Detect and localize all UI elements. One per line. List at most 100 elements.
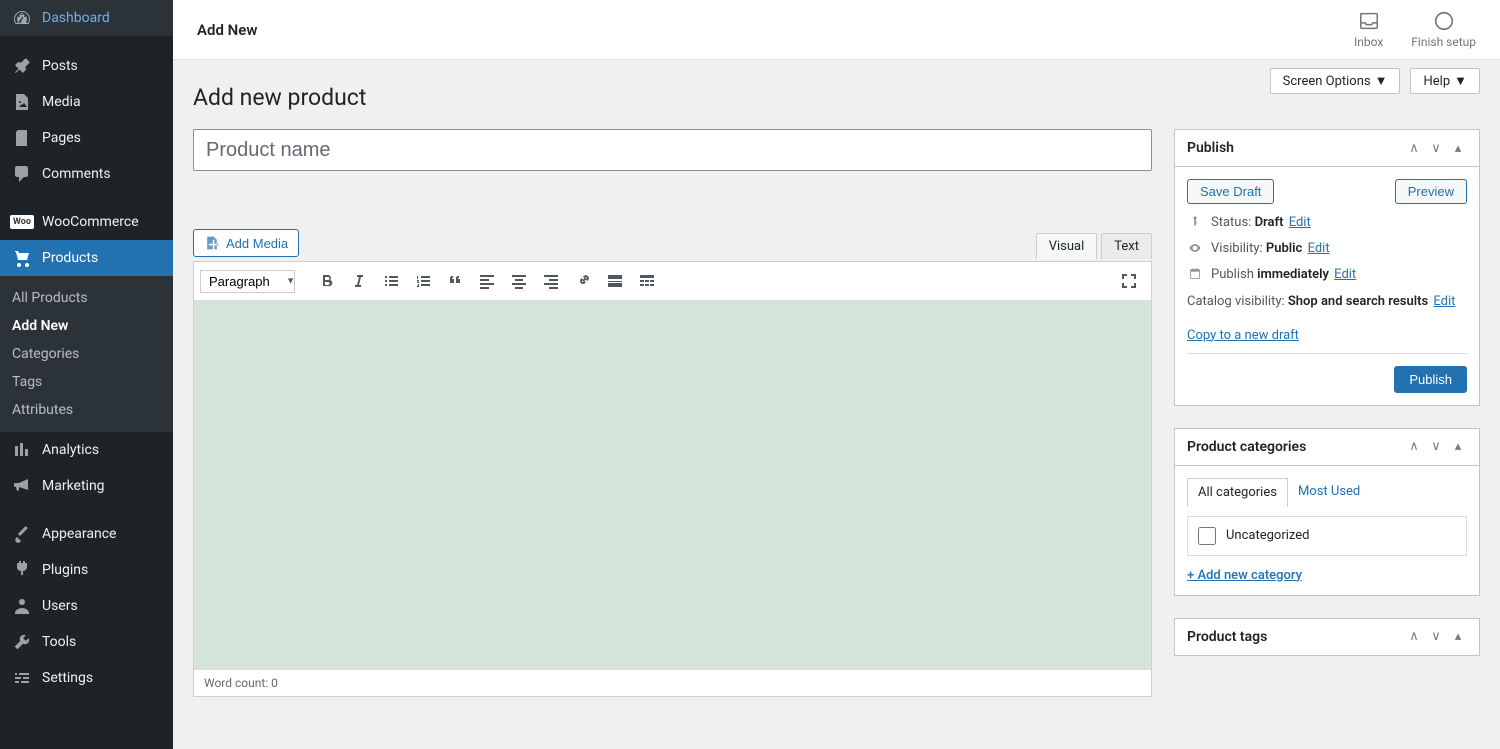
edit-catalog-link[interactable]: Edit <box>1433 294 1455 309</box>
sliders-icon <box>12 668 32 688</box>
move-up-icon[interactable]: ∧ <box>1405 141 1423 156</box>
cat-tab-most[interactable]: Most Used <box>1288 478 1370 507</box>
editor-canvas[interactable] <box>194 301 1151 669</box>
ol-button[interactable] <box>407 266 439 296</box>
sidebar-item-settings[interactable]: Settings <box>0 660 173 696</box>
sidebar-item-media[interactable]: Media <box>0 84 173 120</box>
list-ul-icon <box>381 271 401 291</box>
sidebar-item-appearance[interactable]: Appearance <box>0 516 173 552</box>
chevron-down-icon: ▼ <box>1454 73 1467 89</box>
woocommerce-icon: Woo <box>12 212 32 232</box>
edit-visibility-link[interactable]: Edit <box>1308 241 1330 256</box>
align-left-button[interactable] <box>471 266 503 296</box>
media-icon <box>204 235 220 251</box>
sidebar-label: Marketing <box>42 478 105 494</box>
products-icon <box>12 248 32 268</box>
format-select[interactable]: Paragraph <box>200 270 295 293</box>
collapse-icon[interactable]: ▴ <box>1449 141 1467 156</box>
sub-categories[interactable]: Categories <box>0 340 173 368</box>
plug-icon <box>12 560 32 580</box>
add-category-link[interactable]: + Add new category <box>1187 568 1302 583</box>
sidebar-item-comments[interactable]: Comments <box>0 156 173 192</box>
page-icon <box>12 128 32 148</box>
sidebar-item-dashboard[interactable]: Dashboard <box>0 0 173 36</box>
move-down-icon[interactable]: ∨ <box>1427 141 1445 156</box>
align-right-button[interactable] <box>535 266 567 296</box>
finish-label: Finish setup <box>1411 35 1476 49</box>
sidebar-item-products[interactable]: Products <box>0 240 173 276</box>
move-up-icon[interactable]: ∧ <box>1405 629 1423 644</box>
move-down-icon[interactable]: ∨ <box>1427 629 1445 644</box>
category-checkbox[interactable] <box>1198 527 1216 545</box>
editor-tab-visual[interactable]: Visual <box>1036 233 1098 259</box>
align-center-button[interactable] <box>503 266 535 296</box>
sub-attributes[interactable]: Attributes <box>0 396 173 424</box>
inbox-button[interactable]: Inbox <box>1354 10 1383 49</box>
add-media-button[interactable]: Add Media <box>193 229 299 257</box>
product-name-input[interactable] <box>193 129 1152 171</box>
comments-icon <box>12 164 32 184</box>
sidebar-label: Products <box>42 250 98 266</box>
sub-add-new[interactable]: Add New <box>0 312 173 340</box>
finish-setup-button[interactable]: Finish setup <box>1411 10 1476 49</box>
user-icon <box>12 596 32 616</box>
megaphone-icon <box>12 476 32 496</box>
analytics-icon <box>12 440 32 460</box>
copy-draft-link[interactable]: Copy to a new draft <box>1187 328 1299 343</box>
edit-publish-link[interactable]: Edit <box>1334 267 1356 282</box>
editor-box: Paragraph <box>193 261 1152 697</box>
sub-tags[interactable]: Tags <box>0 368 173 396</box>
italic-icon <box>349 271 369 291</box>
screen-options-button[interactable]: Screen Options ▼ <box>1270 68 1401 94</box>
help-button[interactable]: Help ▼ <box>1410 68 1480 94</box>
sidebar-item-marketing[interactable]: Marketing <box>0 468 173 504</box>
sidebar-label: Pages <box>42 130 81 146</box>
sidebar-item-tools[interactable]: Tools <box>0 624 173 660</box>
ul-button[interactable] <box>375 266 407 296</box>
chevron-down-icon: ▼ <box>1375 73 1388 89</box>
category-item[interactable]: Uncategorized <box>1198 527 1456 545</box>
preview-button[interactable]: Preview <box>1395 179 1467 204</box>
sidebar-item-pages[interactable]: Pages <box>0 120 173 156</box>
sidebar-label: WooCommerce <box>42 214 139 230</box>
edit-status-link[interactable]: Edit <box>1289 215 1311 230</box>
quote-button[interactable] <box>439 266 471 296</box>
sidebar-item-plugins[interactable]: Plugins <box>0 552 173 588</box>
fullscreen-button[interactable] <box>1113 266 1145 296</box>
readmore-button[interactable] <box>599 266 631 296</box>
move-down-icon[interactable]: ∨ <box>1427 439 1445 454</box>
sidebar-label: Plugins <box>42 562 88 578</box>
italic-button[interactable] <box>343 266 375 296</box>
editor-tab-text[interactable]: Text <box>1101 233 1152 259</box>
sub-all-products[interactable]: All Products <box>0 284 173 312</box>
dashboard-icon <box>12 8 32 28</box>
bold-button[interactable] <box>311 266 343 296</box>
sidebar-label: Users <box>42 598 78 614</box>
sidebar-label: Dashboard <box>42 10 110 26</box>
collapse-icon[interactable]: ▴ <box>1449 439 1467 454</box>
sidebar-item-users[interactable]: Users <box>0 588 173 624</box>
topbar: Add New Inbox Finish setup <box>173 0 1500 60</box>
admin-sidebar: Dashboard Posts Media Pages Comments Woo… <box>0 0 173 749</box>
topbar-title: Add New <box>197 21 257 39</box>
publish-button[interactable]: Publish <box>1394 366 1467 393</box>
toolbar-toggle-button[interactable] <box>631 266 663 296</box>
toolbar-toggle-icon <box>637 271 657 291</box>
sidebar-item-woocommerce[interactable]: Woo WooCommerce <box>0 204 173 240</box>
inbox-icon <box>1358 10 1380 32</box>
wrench-icon <box>12 632 32 652</box>
sidebar-label: Settings <box>42 670 93 686</box>
sidebar-item-posts[interactable]: Posts <box>0 48 173 84</box>
collapse-icon[interactable]: ▴ <box>1449 629 1467 644</box>
list-ol-icon <box>413 271 433 291</box>
sidebar-label: Media <box>42 94 81 110</box>
move-up-icon[interactable]: ∧ <box>1405 439 1423 454</box>
cat-tab-all[interactable]: All categories <box>1187 478 1288 507</box>
save-draft-button[interactable]: Save Draft <box>1187 179 1274 204</box>
sidebar-label: Posts <box>42 58 78 74</box>
sidebar-item-analytics[interactable]: Analytics <box>0 432 173 468</box>
sidebar-label: Analytics <box>42 442 99 458</box>
brush-icon <box>12 524 32 544</box>
link-button[interactable] <box>567 266 599 296</box>
publish-title: Publish <box>1187 140 1234 156</box>
